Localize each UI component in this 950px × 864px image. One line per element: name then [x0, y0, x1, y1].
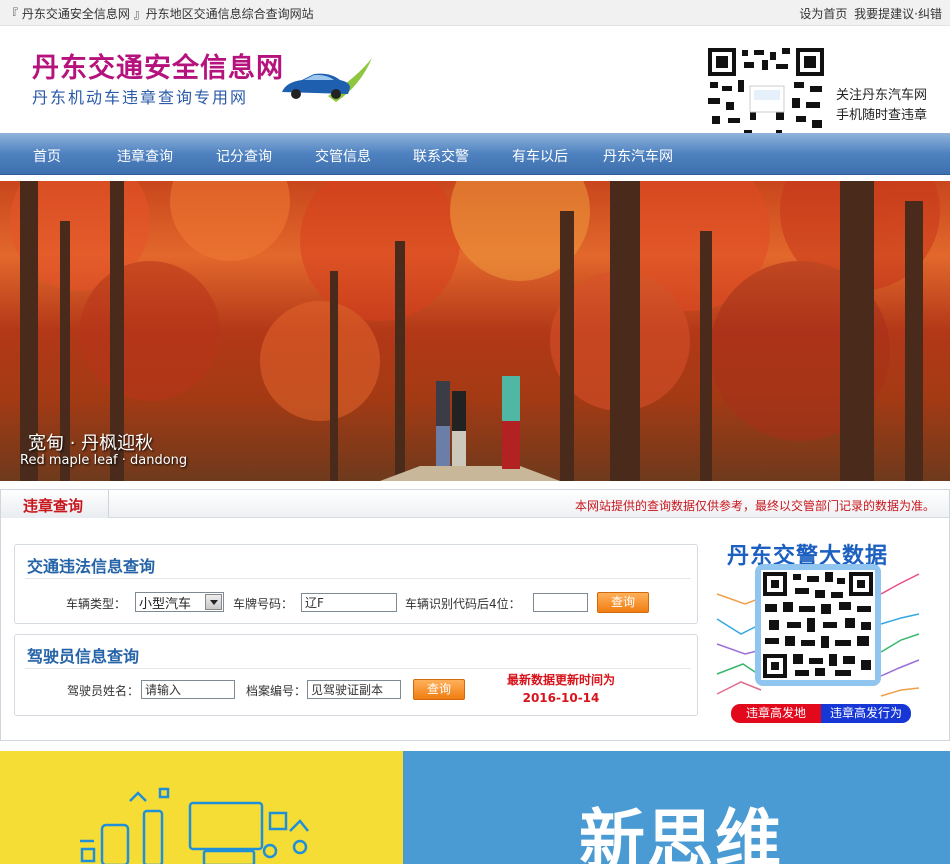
section-tab: 违章查询 — [1, 490, 109, 518]
nav-item-violation-query[interactable]: 违章查询 — [117, 146, 173, 166]
plate-number-input[interactable] — [301, 593, 397, 612]
qr-caption: 关注丹东汽车网 手机随时查违章 — [836, 86, 927, 126]
violation-query-button[interactable]: 查询 — [597, 592, 649, 613]
chevron-down-icon — [205, 594, 222, 610]
big-data-promo[interactable]: 丹东交警大数据 违章高发地 违章高发行为 — [715, 538, 921, 728]
hotspot-location-pill[interactable]: 违章高发地 — [731, 704, 821, 723]
vin-label: 车辆识别代码后4位： — [405, 597, 521, 611]
nav-item-points-query[interactable]: 记分查询 — [216, 146, 272, 166]
divider — [25, 668, 691, 669]
driver-query-button[interactable]: 查询 — [413, 679, 465, 700]
traffic-form-title: 交通违法信息查询 — [27, 557, 156, 576]
vehicle-type-value: 小型汽车 — [139, 597, 192, 612]
suggest-link[interactable]: 我要提建议·纠错 — [854, 7, 942, 21]
header: 丹东交通安全信息网 丹东机动车违章查询专用网 关注丹东汽车网 手机随时查违章 — [0, 26, 950, 164]
update-date: 2016-10-14 — [522, 691, 600, 705]
banner-caption-cn: 宽甸 · 丹枫迎秋 — [28, 433, 154, 454]
driver-form-title: 驾驶员信息查询 — [27, 647, 140, 666]
set-home-link[interactable]: 设为首页 — [799, 7, 847, 21]
promo-panel-yellow[interactable] — [0, 751, 403, 864]
banner-image[interactable]: 宽甸 · 丹枫迎秋 Red maple leaf · dandong — [0, 181, 950, 481]
site-tagline: 『 丹东交通安全信息网 』丹东地区交通信息综合查询网站 — [6, 7, 314, 21]
disclaimer-notice: 本网站提供的查询数据仅供参考，最终以交管部门记录的数据为准。 — [574, 499, 935, 513]
promo-panel-blue[interactable]: 新思维 — [403, 751, 950, 864]
nav-item-after-car[interactable]: 有车以后 — [512, 146, 568, 166]
section-title: 违章查询 — [23, 497, 84, 515]
top-bar: 『 丹东交通安全信息网 』丹东地区交通信息综合查询网站 设为首页 我要提建议·纠… — [0, 0, 950, 26]
vin-last4-input[interactable] — [533, 593, 588, 612]
nav-item-home[interactable]: 首页 — [33, 146, 61, 166]
update-time-label: 最新数据更新时间为 — [506, 673, 615, 687]
driver-name-label: 驾驶员姓名： — [67, 684, 140, 698]
driver-name-input[interactable] — [141, 680, 235, 699]
plate-number-label: 车牌号码： — [233, 597, 294, 611]
hotspot-behavior-pill[interactable]: 违章高发行为 — [821, 704, 911, 723]
site-logo[interactable]: 丹东交通安全信息网 丹东机动车违章查询专用网 — [30, 44, 375, 114]
banner-caption-en: Red maple leaf · dandong — [20, 453, 188, 468]
top-links: 设为首页 我要提建议·纠错 — [796, 5, 942, 22]
logo-title: 丹东交通安全信息网 — [32, 53, 284, 84]
traffic-violation-form: 交通违法信息查询 车辆类型： 小型汽车 车牌号码： 车辆识别代码后4位： 查询 — [14, 544, 698, 624]
main-nav: 首页 违章查询 记分查询 交管信息 联系交警 有车以后 丹东汽车网 — [0, 133, 950, 175]
new-thinking-text: 新思维 — [579, 802, 783, 864]
violation-query-section: 违章查询 本网站提供的查询数据仅供参考，最终以交管部门记录的数据为准。 交通违法… — [0, 489, 950, 741]
nav-item-contact-police[interactable]: 联系交警 — [413, 146, 469, 166]
driver-info-form: 驾驶员信息查询 驾驶员姓名： 档案编号： 查询 最新数据更新时间为 2016-1… — [14, 634, 698, 716]
big-data-graphic — [716, 564, 920, 697]
qr-caption-line1: 关注丹东汽车网 — [836, 88, 928, 103]
car-swoosh-icon — [282, 58, 372, 102]
nav-item-dandong-auto[interactable]: 丹东汽车网 — [603, 146, 673, 166]
qr-caption-line2: 手机随时查违章 — [836, 108, 928, 123]
devices-illustration — [80, 787, 309, 864]
nav-item-traffic-info[interactable]: 交管信息 — [315, 146, 371, 166]
logo-subtitle: 丹东机动车违章查询专用网 — [32, 88, 249, 107]
vehicle-type-select[interactable]: 小型汽车 — [135, 592, 224, 612]
section-header: 违章查询 本网站提供的查询数据仅供参考，最终以交管部门记录的数据为准。 — [1, 490, 949, 518]
file-number-label: 档案编号： — [246, 684, 307, 698]
vehicle-type-label: 车辆类型： — [66, 597, 127, 611]
divider — [25, 578, 691, 579]
file-number-input[interactable] — [307, 680, 401, 699]
